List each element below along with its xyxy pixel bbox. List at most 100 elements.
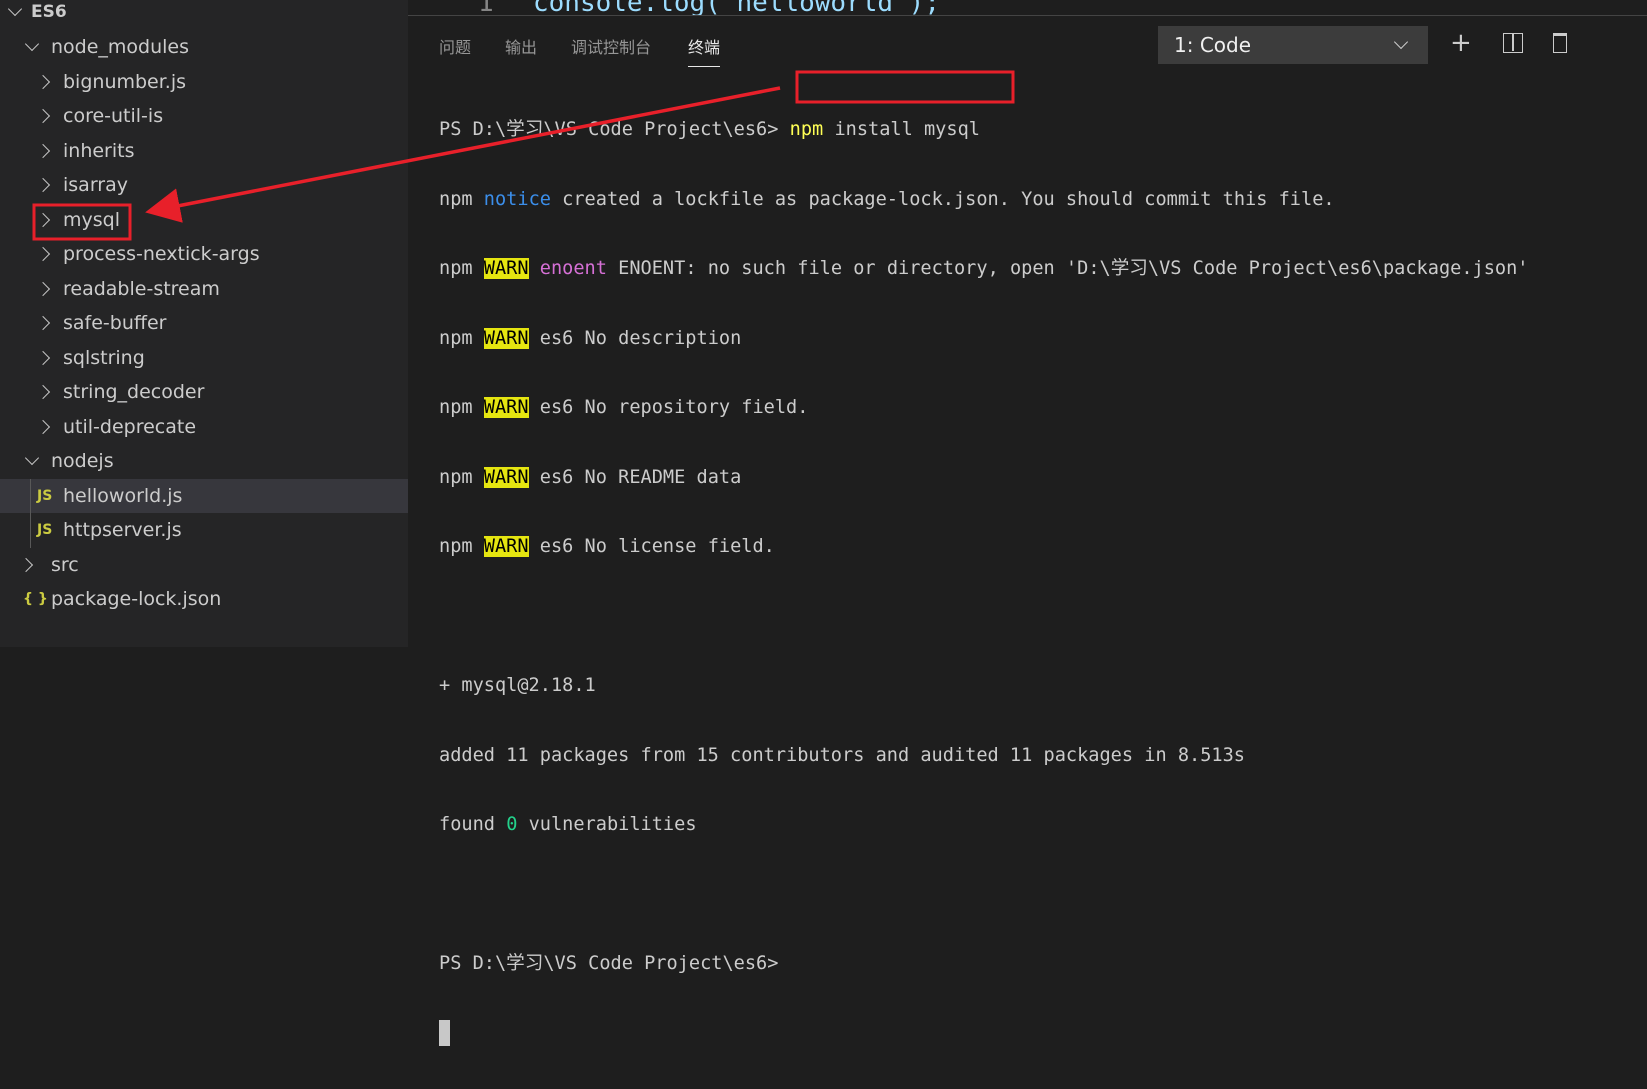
tree-item-readable-stream[interactable]: readable-stream <box>0 272 408 306</box>
terminal-text: 0 <box>506 814 518 835</box>
split-icon[interactable] <box>1503 33 1523 53</box>
terminal-text <box>439 881 1529 909</box>
terminal-line: + mysql@2.18.1 <box>439 675 596 696</box>
chevron-right-icon <box>35 143 51 158</box>
chevron-right-icon <box>35 384 51 400</box>
tree-item-bignumber-js[interactable]: bignumber.js <box>0 65 408 99</box>
tree-item-label: package-lock.json <box>51 588 222 610</box>
chevron-right-icon <box>35 246 51 262</box>
terminal-select[interactable]: 1: Code <box>1158 26 1428 64</box>
terminal-line: npm WARN es6 No README data <box>439 464 1529 492</box>
tree-item-label: helloworld.js <box>63 484 183 507</box>
tree-item-util-deprecate[interactable]: util-deprecate <box>0 410 408 444</box>
tab-problems[interactable]: 问题 <box>439 34 471 58</box>
tree-item-label: src <box>51 553 79 576</box>
terminal-text: created a lockfile as package-lock.json.… <box>562 188 1335 210</box>
terminal-text <box>439 603 1529 631</box>
tree-item-core-util-is[interactable]: core-util-is <box>0 99 408 133</box>
terminal-text: vulnerabilities <box>528 814 697 835</box>
js-file-icon: JS <box>37 522 53 538</box>
tree-item-safe-buffer[interactable]: safe-buffer <box>0 306 408 340</box>
terminal-text: PS D:\学习\VS Code Project\es6> <box>439 953 779 974</box>
terminal-text: npm <box>439 188 473 210</box>
tree-item-label: nodejs <box>51 450 114 472</box>
tree-item-label: sqlstring <box>63 346 145 369</box>
chevron-down-icon <box>24 36 40 52</box>
tree-item-nodejs[interactable]: nodejs <box>0 444 408 478</box>
tree-item-label: node_modules <box>51 36 190 58</box>
line-number: 1 <box>478 0 494 15</box>
tree-item-isarray[interactable]: isarray <box>0 168 408 202</box>
tree-item-mysql[interactable]: mysql <box>0 203 408 237</box>
editor[interactable]: 1 console.log("helloworld"); <box>408 0 1647 15</box>
tab-terminal[interactable]: 终端 <box>688 34 721 67</box>
chevron-down-icon <box>1393 34 1409 50</box>
terminal-line: npm WARN es6 No license field. <box>439 533 1529 561</box>
tree-item-label: safe-buffer <box>63 312 167 334</box>
tree-item-process-nextick-args[interactable]: process-nextick-args <box>0 237 408 271</box>
explorer-sidebar: ES6 node_modules bignumber.js core-util-is… <box>0 0 408 647</box>
terminal-text: WARN <box>483 327 529 349</box>
chevron-right-icon <box>35 212 51 227</box>
trash-icon[interactable] <box>1553 33 1567 53</box>
explorer-root[interactable]: ES6 <box>0 0 408 29</box>
chevron-right-icon <box>35 281 51 296</box>
terminal-text: npm <box>439 327 473 349</box>
chevron-right-icon <box>35 419 51 434</box>
terminal-text: ENOENT: no such file or directory, open … <box>618 258 1529 279</box>
tree-item-helloworld-js[interactable]: JS helloworld.js <box>0 478 408 513</box>
terminal-output[interactable]: PS D:\学习\VS Code Project\es6> npm instal… <box>439 74 1529 1089</box>
terminal-line: npm WARN es6 No description <box>439 325 1529 353</box>
chevron-right-icon <box>35 108 51 124</box>
tree-item-httpserver-js[interactable]: JS httpserver.js <box>0 513 408 547</box>
terminal-line: found 0 vulnerabilities <box>439 811 1529 839</box>
tab-debug-console[interactable]: 调试控制台 <box>571 34 651 58</box>
chevron-right-icon <box>18 557 34 572</box>
terminal-text: npm <box>789 119 824 140</box>
tree-item-label: bignumber.js <box>63 70 187 93</box>
terminal-text: npm <box>439 397 473 418</box>
terminal-text: es6 No description <box>539 327 742 349</box>
json-file-icon: { } <box>23 591 48 607</box>
terminal-text: es6 No license field. <box>539 536 775 557</box>
tree-item-label: core-util-is <box>63 105 164 127</box>
code-line[interactable]: console.log("helloworld"); <box>533 0 940 15</box>
tree-item-label: mysql <box>63 208 120 231</box>
tree-item-string-decoder[interactable]: string_decoder <box>0 375 408 409</box>
terminal-text: found <box>439 814 495 835</box>
terminal-text: notice <box>483 188 551 210</box>
terminal-line: npm WARN es6 No repository field. <box>439 394 1529 422</box>
chevron-down-icon <box>7 1 23 17</box>
terminal-text: enoent <box>539 258 607 279</box>
root-label: ES6 <box>31 2 67 22</box>
terminal-text: install mysql <box>834 119 980 140</box>
terminal-text: npm <box>439 536 473 557</box>
js-file-icon: JS <box>37 487 53 504</box>
terminal-line: PS D:\学习\VS Code Project\es6> npm instal… <box>439 116 1529 144</box>
terminal-line: added 11 packages from 15 contributors a… <box>439 744 1245 766</box>
tree-item-node-modules[interactable]: node_modules <box>0 30 408 64</box>
tree-item-sqlstring[interactable]: sqlstring <box>0 341 408 375</box>
terminal-text: es6 No repository field. <box>539 397 809 418</box>
tree-item-label: inherits <box>63 139 135 162</box>
terminal-line: PS D:\学习\VS Code Project\es6> <box>439 950 1529 978</box>
terminal-line: npm WARN enoent ENOENT: no such file or … <box>439 255 1529 283</box>
terminal-text <box>439 1020 1529 1048</box>
plus-icon[interactable]: + <box>1450 30 1472 56</box>
terminal-line: npm notice created a lockfile as package… <box>439 186 1529 214</box>
terminal-text: WARN <box>483 397 529 418</box>
terminal-text: PS D:\学习\VS Code Project\es6> <box>439 119 779 140</box>
tree-item-package-lock-json[interactable]: { } package-lock.json <box>0 582 408 616</box>
tree-item-label: httpserver.js <box>63 519 182 541</box>
terminal-text: es6 No README data <box>539 466 742 488</box>
tree-item-label: readable-stream <box>63 277 220 300</box>
tree-item-label: util-deprecate <box>63 415 197 438</box>
terminal-select-value: 1: Code <box>1174 33 1252 57</box>
tree-item-inherits[interactable]: inherits <box>0 134 408 168</box>
tree-item-label: isarray <box>63 174 128 196</box>
tree-item-label: process-nextick-args <box>63 243 260 265</box>
chevron-right-icon <box>35 350 51 365</box>
tab-output[interactable]: 输出 <box>505 34 537 58</box>
chevron-down-icon <box>24 450 40 466</box>
tree-item-src[interactable]: src <box>0 548 408 582</box>
